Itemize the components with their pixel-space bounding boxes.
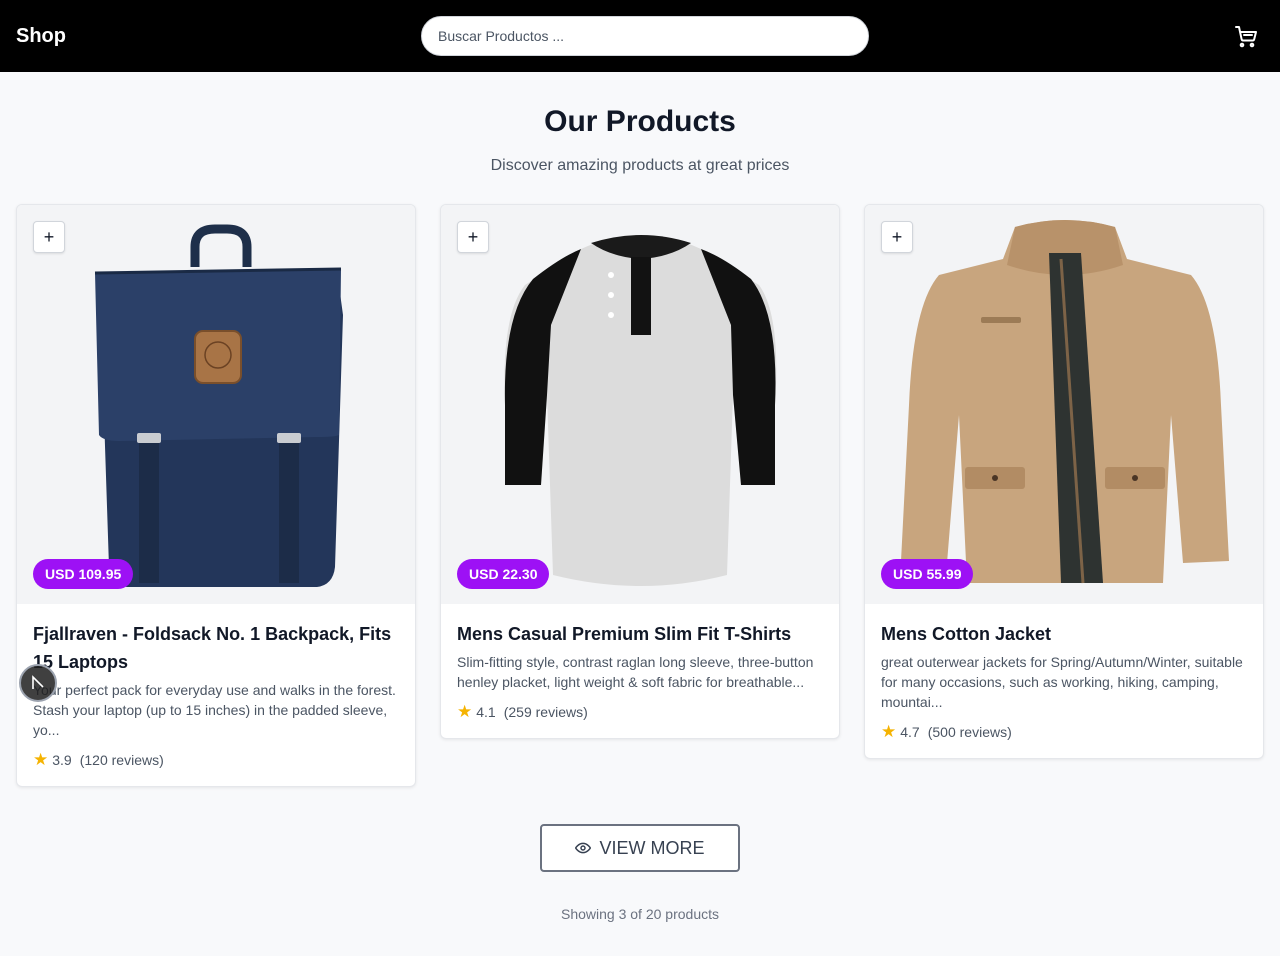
mouse-cursor-icon [19,664,57,702]
products-heading: Our Products Discover amazing products a… [0,105,1280,175]
review-count: (500 reviews) [927,724,1012,740]
product-card[interactable]: + USD 55.99 Mens Cotton Jacket great out… [864,204,1264,759]
brand-logo[interactable]: Shop [16,25,66,48]
price-badge: USD 109.95 [33,559,134,589]
product-image[interactable]: + USD 22.30 [441,205,839,604]
backpack-image [94,224,343,587]
cart-icon[interactable] [1234,24,1258,48]
product-rating: ★ 4.7 (500 reviews) [881,722,1247,742]
product-grid: + USD 109.95 Fjallraven - Foldsack No. 1… [16,204,1264,787]
price-badge: USD 22.30 [457,559,550,589]
product-description: Slim-fitting style, contrast raglan long… [457,654,814,690]
shirt-image [504,235,777,586]
card-body: Mens Casual Premium Slim Fit T-Shirts Sl… [441,604,839,738]
product-card[interactable]: + USD 109.95 Fjallraven - Foldsack No. 1… [16,204,416,787]
view-more-label: VIEW MORE [599,837,705,858]
rating-value: 4.7 [900,724,920,740]
product-title[interactable]: Mens Cotton Jacket [881,620,1247,648]
search-bar[interactable] [421,16,869,56]
review-count: (120 reviews) [79,752,164,768]
page-subtitle: Discover amazing products at great price… [490,157,790,174]
product-card[interactable]: + USD 22.30 Mens Casual Premium Slim Fit… [440,204,840,739]
view-more-button[interactable]: VIEW MORE [540,824,740,872]
product-rating: ★ 3.9 (120 reviews) [33,750,399,770]
card-body: Mens Cotton Jacket great outerwear jacke… [865,604,1263,758]
review-count: (259 reviews) [503,704,588,720]
add-to-cart-button[interactable]: + [457,221,489,253]
star-icon: ★ [457,702,473,721]
product-description: great outerwear jackets for Spring/Autum… [881,654,1243,710]
product-title[interactable]: Fjallraven - Foldsack No. 1 Backpack, Fi… [33,620,399,676]
product-description: Your perfect pack for everyday use and w… [33,682,396,738]
price-badge: USD 55.99 [881,559,974,589]
product-image[interactable]: + USD 55.99 [865,205,1263,604]
product-rating: ★ 4.1 (259 reviews) [457,702,823,722]
product-image[interactable]: + USD 109.95 [17,205,415,604]
eye-icon [575,842,592,854]
page-title: Our Products [544,105,736,138]
add-to-cart-button[interactable]: + [33,221,65,253]
jacket-image [901,220,1229,584]
top-nav: Shop [0,0,1280,72]
rating-value: 3.9 [52,752,72,768]
star-icon: ★ [881,722,897,741]
add-to-cart-button[interactable]: + [881,221,913,253]
product-title[interactable]: Mens Casual Premium Slim Fit T-Shirts [457,620,823,648]
search-input[interactable] [438,28,852,44]
star-icon: ★ [33,750,49,769]
product-count-text: Showing 3 of 20 products [561,906,719,922]
rating-value: 4.1 [476,704,496,720]
card-body: Fjallraven - Foldsack No. 1 Backpack, Fi… [17,604,415,786]
